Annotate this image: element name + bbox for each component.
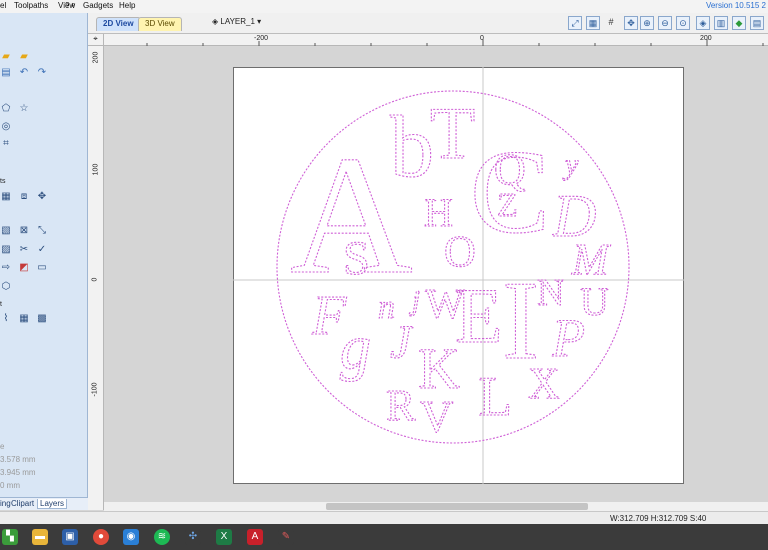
folder-icon[interactable]: ▬ <box>32 529 48 545</box>
scrollbar-thumb[interactable] <box>326 503 588 510</box>
letter: M <box>571 235 611 284</box>
letter: R <box>386 381 416 430</box>
network-icon[interactable]: ✣ <box>185 529 201 545</box>
letter: Z <box>497 187 518 224</box>
letter: E <box>455 272 503 359</box>
letter: V <box>420 391 453 442</box>
letter: J <box>390 316 414 369</box>
tool-icon[interactable]: ✎ <box>278 529 294 545</box>
letter: P <box>551 308 585 368</box>
spotify-icon[interactable]: ≋ <box>154 529 170 545</box>
letter: b <box>390 99 434 196</box>
vector-design[interactable]: A b T C Q Z H S O W E I N U K L X R V y … <box>0 0 768 550</box>
status-bar: W:312.709 H:312.709 S:40 <box>0 511 768 524</box>
horizontal-scrollbar[interactable] <box>104 502 768 511</box>
selection-dimensions: W:312.709 H:312.709 S:40 <box>610 514 707 523</box>
letter: L <box>478 366 512 428</box>
letter: T <box>430 93 475 175</box>
windows-icon[interactable]: ▚ <box>2 529 18 545</box>
letter: y <box>562 148 579 181</box>
pdf-icon[interactable]: A <box>247 529 263 545</box>
vcarve-icon[interactable]: ▣ <box>62 529 78 545</box>
excel-icon[interactable]: X <box>216 529 232 545</box>
app-icon[interactable]: ◉ <box>123 529 139 545</box>
windows-taskbar: ▚ ▬ ▣ ● ◉ ≋ ✣ X A ✎ <box>0 524 768 550</box>
letter: O <box>444 227 476 276</box>
letter: g <box>340 314 371 382</box>
chrome-icon[interactable]: ● <box>93 529 109 545</box>
letter: S <box>343 232 370 285</box>
